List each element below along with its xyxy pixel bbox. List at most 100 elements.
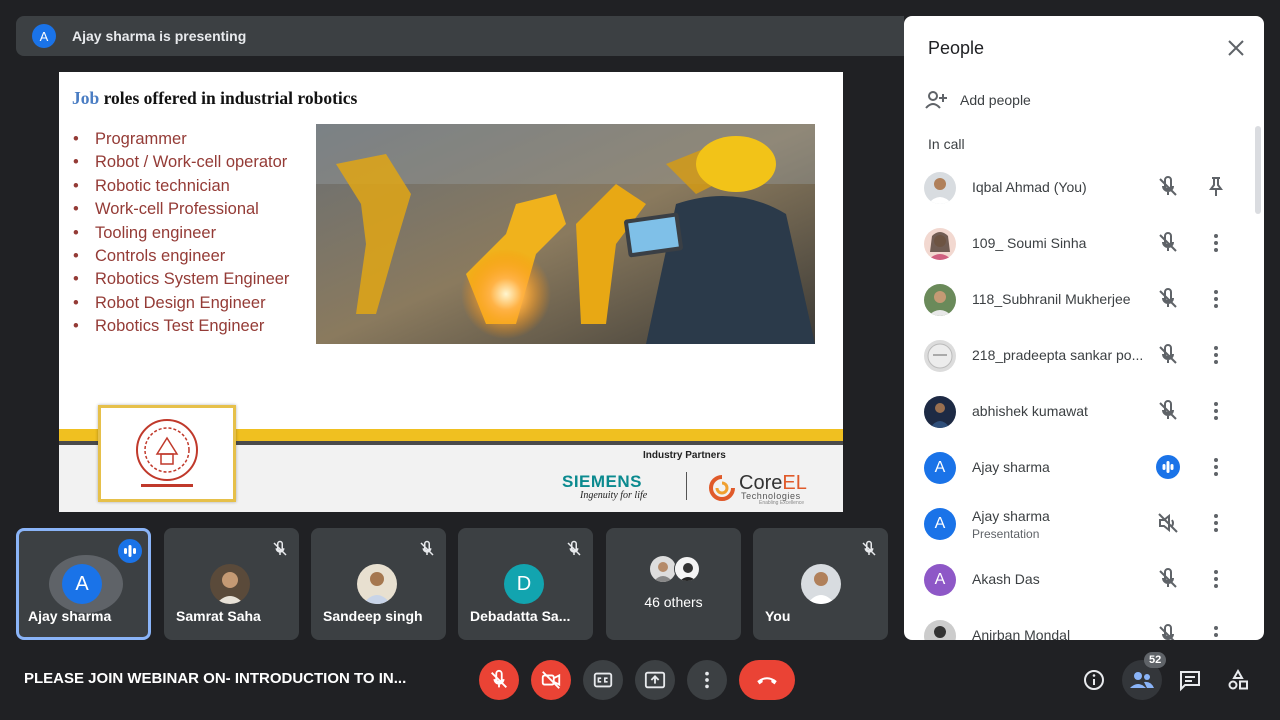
participant-name: Ajay sharma [972, 508, 1050, 524]
participant-row[interactable]: Iqbal Ahmad (You) [904, 159, 1254, 215]
participant-row[interactable]: 109_ Soumi Sinha [904, 215, 1254, 271]
mic-off-icon [567, 540, 581, 556]
presenter-banner: A Ajay sharma is presenting [16, 16, 904, 56]
corel-logo: CoreEL Technologies Enabling Excellence [707, 472, 817, 508]
hang-up-icon [757, 677, 777, 685]
participant-name: Iqbal Ahmad (You) [972, 179, 1087, 195]
avatar [924, 396, 956, 428]
add-people-button[interactable]: Add people [924, 88, 1031, 112]
self-tile[interactable]: You [753, 528, 888, 640]
role-item: Robotic technician [73, 175, 289, 198]
participant-row[interactable]: 118_Subhranil Mukherjee [904, 271, 1254, 327]
add-person-icon [925, 91, 947, 109]
role-list: Programmer Robot / Work-cell operator Ro… [73, 128, 289, 339]
people-panel: People Add people In call Iqbal Ahmad (Y… [904, 16, 1264, 640]
more-options-icon[interactable] [1204, 343, 1228, 367]
mic-off-icon [1159, 232, 1177, 252]
more-options-icon[interactable] [1204, 287, 1228, 311]
avatar [210, 564, 250, 604]
camera-toggle-button[interactable] [531, 660, 571, 700]
avatar [674, 556, 700, 582]
participant-tile[interactable]: D Debadatta Sa... [458, 528, 593, 640]
role-item: Robotics Test Engineer [73, 315, 289, 338]
participant-row[interactable]: A Ajay sharma [904, 439, 1254, 495]
close-icon[interactable] [1224, 36, 1248, 60]
avatar: A [924, 452, 956, 484]
participant-tile[interactable]: Sandeep singh [311, 528, 446, 640]
more-options-icon[interactable] [1204, 455, 1228, 479]
participant-name: 118_Subhranil Mukherjee [972, 291, 1131, 307]
info-icon [1084, 670, 1104, 690]
participant-row[interactable]: A Ajay sharma Presentation [904, 495, 1254, 551]
present-screen-button[interactable] [635, 660, 675, 700]
more-options-icon[interactable] [1204, 511, 1228, 535]
more-options-icon[interactable] [1204, 623, 1228, 640]
more-options-icon[interactable] [1204, 399, 1228, 423]
mic-off-icon [1159, 288, 1177, 308]
present-screen-icon [644, 671, 666, 689]
siemens-wordmark: SIEMENS [562, 472, 643, 491]
participant-row[interactable]: abhishek kumawat [904, 383, 1254, 439]
avatar [924, 620, 956, 640]
avatar: A [62, 564, 102, 604]
meeting-details-button[interactable] [1080, 666, 1108, 694]
avatar [357, 564, 397, 604]
leave-call-button[interactable] [739, 660, 795, 700]
more-options-icon[interactable] [1204, 231, 1228, 255]
siemens-logo: SIEMENS Ingenuity for life [562, 472, 662, 501]
participant-name: Akash Das [972, 571, 1040, 587]
people-count-badge: 52 [1144, 652, 1167, 668]
speaking-indicator-icon [1156, 455, 1180, 479]
mic-toggle-button[interactable] [479, 660, 519, 700]
mic-off-icon [1159, 568, 1177, 588]
avatar: A [924, 564, 956, 596]
activities-icon [1228, 668, 1248, 690]
chat-button[interactable] [1176, 666, 1204, 694]
participant-tile[interactable]: A Ajay sharma [16, 528, 151, 640]
avatar [801, 564, 841, 604]
others-tile[interactable]: 46 others [606, 528, 741, 640]
avatar: A [924, 508, 956, 540]
people-icon-wrap[interactable] [1128, 666, 1156, 694]
activities-button[interactable] [1224, 666, 1252, 694]
panel-scrollbar[interactable] [1255, 126, 1261, 214]
mic-off-icon [1159, 624, 1175, 640]
more-options-button[interactable] [687, 660, 727, 700]
avatar [924, 284, 956, 316]
participant-name: 109_ Soumi Sinha [972, 235, 1087, 251]
role-item: Programmer [73, 128, 289, 151]
participant-row[interactable]: Anirban Mondal [904, 607, 1254, 640]
speaking-indicator-icon [118, 539, 142, 563]
mic-off-icon [1159, 176, 1177, 196]
presenter-avatar: A [32, 24, 56, 48]
participant-name: abhishek kumawat [972, 403, 1088, 419]
avatar: D [504, 564, 544, 604]
industrial-robots-photo [316, 124, 815, 344]
mic-off-icon [491, 669, 507, 688]
tile-name: Ajay sharma [28, 608, 112, 624]
captions-button[interactable] [583, 660, 623, 700]
pin-icon[interactable] [1204, 175, 1228, 199]
participant-row[interactable]: 218_pradeepta sankar po... [904, 327, 1254, 383]
partner-divider [686, 472, 687, 500]
participant-tile[interactable]: Samrat Saha [164, 528, 299, 640]
camera-off-icon [541, 671, 561, 689]
tile-name: Sandeep singh [323, 608, 423, 624]
slide-title-accent: Job [72, 88, 100, 108]
meeting-title: PLEASE JOIN WEBINAR ON- INTRODUCTION TO … [24, 670, 407, 687]
presenter-text: Ajay sharma is presenting [72, 28, 247, 44]
role-item: Work-cell Professional [73, 198, 289, 221]
role-item: Controls engineer [73, 245, 289, 268]
others-count: 46 others [644, 594, 703, 610]
participant-row[interactable]: A Akash Das [904, 551, 1254, 607]
institute-logo [98, 405, 236, 502]
tile-name: Samrat Saha [176, 608, 261, 624]
industry-partners-label: Industry Partners [643, 450, 726, 461]
corel-swirl-icon [709, 475, 735, 501]
tile-name: You [765, 608, 791, 624]
participant-name: Anirban Mondal [972, 627, 1071, 640]
panel-title: People [928, 38, 985, 58]
mic-off-icon [1159, 344, 1177, 364]
more-options-icon[interactable] [1204, 567, 1228, 591]
corel-tagline: Enabling Excellence [759, 500, 805, 506]
